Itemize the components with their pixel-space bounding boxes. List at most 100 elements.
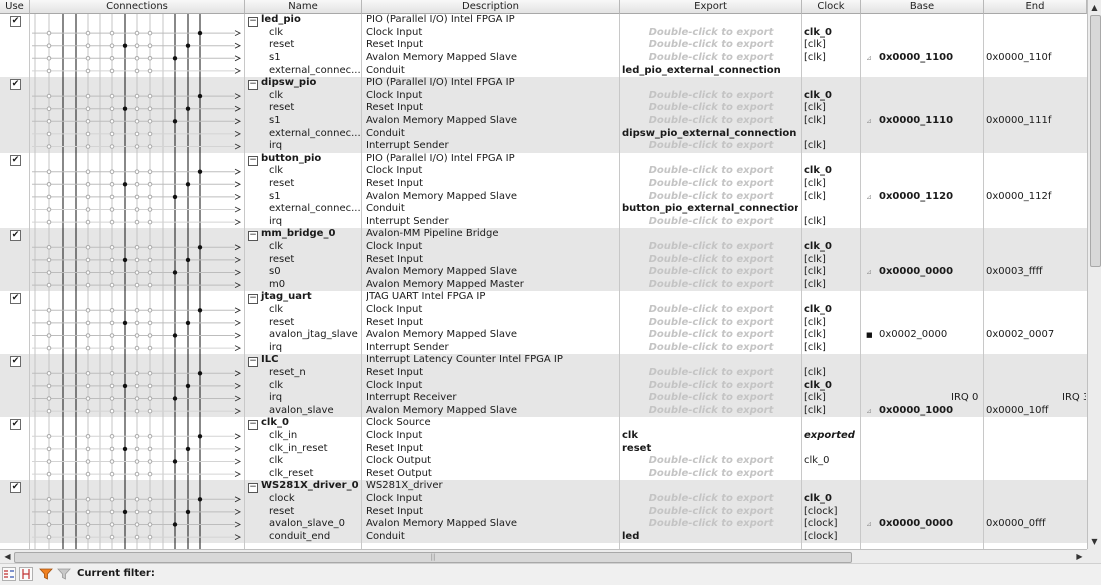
clock-value[interactable]: exported bbox=[804, 430, 857, 443]
export-placeholder[interactable]: Double-click to export bbox=[620, 216, 802, 229]
export-placeholder[interactable]: Double-click to export bbox=[620, 178, 802, 191]
component-name[interactable]: − jtag_uart bbox=[248, 291, 361, 305]
export-placeholder[interactable]: Double-click to export bbox=[620, 317, 802, 330]
export-name[interactable]: reset bbox=[622, 443, 798, 456]
filter-icon[interactable] bbox=[39, 567, 53, 581]
clock-value[interactable]: [clk] bbox=[804, 39, 857, 52]
export-placeholder[interactable]: Double-click to export bbox=[620, 493, 802, 506]
clock-value[interactable]: [clk] bbox=[804, 329, 857, 342]
pin-icon[interactable]: ⊿ bbox=[866, 405, 872, 418]
use-checkbox[interactable]: ✔ bbox=[10, 154, 21, 166]
collapse-toggle-icon[interactable]: − bbox=[248, 294, 258, 305]
clock-value[interactable]: [clk] bbox=[804, 266, 857, 279]
collapse-toggle-icon[interactable]: − bbox=[248, 483, 258, 494]
pin-icon[interactable]: ⊿ bbox=[866, 115, 872, 128]
component-name[interactable]: − dipsw_pio bbox=[248, 77, 361, 91]
component-name[interactable]: − button_pio bbox=[248, 153, 361, 166]
collapse-toggle-icon[interactable]: − bbox=[248, 155, 258, 166]
scroll-right-icon[interactable]: ▶ bbox=[1073, 550, 1086, 563]
clock-value[interactable]: [clk] bbox=[804, 254, 857, 267]
clock-value[interactable]: clk_0 bbox=[804, 241, 857, 254]
export-placeholder[interactable]: Double-click to export bbox=[620, 191, 802, 204]
export-placeholder[interactable]: Double-click to export bbox=[620, 392, 802, 405]
pin-icon[interactable]: ⊿ bbox=[866, 518, 872, 531]
scroll-up-icon[interactable]: ▲ bbox=[1088, 1, 1101, 14]
clock-value[interactable]: [clk] bbox=[804, 52, 857, 65]
clock-value[interactable]: [clk] bbox=[804, 317, 857, 330]
column-header-export[interactable]: Export bbox=[620, 0, 802, 14]
clock-value[interactable]: [clk] bbox=[804, 392, 857, 405]
use-checkbox[interactable]: ✔ bbox=[10, 79, 21, 91]
export-placeholder[interactable]: Double-click to export bbox=[620, 90, 802, 103]
collapse-toggle-icon[interactable]: − bbox=[248, 80, 258, 91]
connections-graph[interactable] bbox=[30, 0, 245, 549]
use-checkbox[interactable]: ✔ bbox=[10, 419, 21, 431]
clock-value[interactable]: [clock] bbox=[804, 518, 857, 531]
hierarchy-filter-icon[interactable] bbox=[2, 567, 16, 581]
collapse-toggle-icon[interactable]: − bbox=[248, 17, 258, 28]
base-address[interactable]: ⊿ 0x0000_1120 bbox=[866, 191, 983, 204]
component-name[interactable]: − WS281X_driver_0 bbox=[248, 480, 361, 494]
base-address[interactable]: ⊿ 0x0000_1100 bbox=[866, 52, 983, 65]
pin-icon[interactable]: ⊿ bbox=[866, 52, 872, 65]
connection-filter-icon[interactable] bbox=[19, 567, 33, 581]
use-checkbox[interactable]: ✔ bbox=[10, 482, 21, 494]
use-checkbox[interactable]: ✔ bbox=[10, 230, 21, 242]
clear-filter-icon[interactable] bbox=[57, 567, 71, 581]
pin-icon[interactable]: ⊿ bbox=[866, 191, 872, 204]
export-placeholder[interactable]: Double-click to export bbox=[620, 140, 802, 153]
base-address[interactable]: ⊿ 0x0000_1000 bbox=[866, 405, 983, 418]
component-name[interactable]: − led_pio bbox=[248, 14, 361, 28]
component-name[interactable]: − ILC bbox=[248, 354, 361, 368]
component-name[interactable]: − clk_0 bbox=[248, 417, 361, 431]
scroll-down-icon[interactable]: ▼ bbox=[1088, 535, 1101, 548]
clock-value[interactable]: [clk] bbox=[804, 140, 857, 153]
export-placeholder[interactable]: Double-click to export bbox=[620, 329, 802, 342]
clock-value[interactable]: clk_0 bbox=[804, 304, 857, 317]
clock-value[interactable]: clk_0 bbox=[804, 380, 857, 393]
vertical-scroll-thumb[interactable] bbox=[1090, 15, 1101, 267]
export-placeholder[interactable]: Double-click to export bbox=[620, 27, 802, 40]
export-placeholder[interactable]: Double-click to export bbox=[620, 304, 802, 317]
horizontal-scroll-thumb[interactable]: || bbox=[14, 552, 852, 563]
column-header-use[interactable]: Use bbox=[0, 0, 30, 14]
pin-icon[interactable]: ⊿ bbox=[866, 266, 872, 279]
base-address[interactable]: ■ 0x0002_0000 bbox=[866, 329, 983, 342]
clock-value[interactable]: [clk] bbox=[804, 191, 857, 204]
horizontal-scrollbar[interactable]: ◀ || ▶ bbox=[0, 549, 1087, 563]
clock-value[interactable]: clk_0 bbox=[804, 27, 857, 40]
export-placeholder[interactable]: Double-click to export bbox=[620, 468, 802, 481]
export-name[interactable]: led_pio_external_connection bbox=[622, 65, 798, 78]
export-name[interactable]: dipsw_pio_external_connection bbox=[622, 128, 798, 141]
clock-value[interactable]: [clk] bbox=[804, 279, 857, 292]
clock-value[interactable]: [clk] bbox=[804, 405, 857, 418]
export-name[interactable]: clk bbox=[622, 430, 798, 443]
clock-value[interactable]: [clk] bbox=[804, 216, 857, 229]
base-address[interactable]: ⊿ 0x0000_1110 bbox=[866, 115, 983, 128]
export-placeholder[interactable]: Double-click to export bbox=[620, 115, 802, 128]
export-placeholder[interactable]: Double-click to export bbox=[620, 380, 802, 393]
clock-value[interactable]: [clk] bbox=[804, 367, 857, 380]
clock-value[interactable]: [clk] bbox=[804, 115, 857, 128]
export-placeholder[interactable]: Double-click to export bbox=[620, 455, 802, 468]
use-checkbox[interactable]: ✔ bbox=[10, 16, 21, 28]
export-name[interactable]: button_pio_external_connection bbox=[622, 203, 798, 216]
export-placeholder[interactable]: Double-click to export bbox=[620, 52, 802, 65]
clock-value[interactable]: [clock] bbox=[804, 531, 857, 544]
export-placeholder[interactable]: Double-click to export bbox=[620, 279, 802, 292]
export-placeholder[interactable]: Double-click to export bbox=[620, 102, 802, 115]
clock-value[interactable]: [clk] bbox=[804, 102, 857, 115]
clock-value[interactable]: clk_0 bbox=[804, 455, 857, 468]
export-placeholder[interactable]: Double-click to export bbox=[620, 241, 802, 254]
collapse-toggle-icon[interactable]: − bbox=[248, 231, 258, 242]
base-address[interactable]: ⊿ 0x0000_0000 bbox=[866, 266, 983, 279]
export-placeholder[interactable]: Double-click to export bbox=[620, 342, 802, 355]
export-placeholder[interactable]: Double-click to export bbox=[620, 518, 802, 531]
lock-icon[interactable]: ■ bbox=[866, 329, 873, 342]
clock-value[interactable]: [clk] bbox=[804, 178, 857, 191]
base-address[interactable]: ⊿ 0x0000_0000 bbox=[866, 518, 983, 531]
column-header-end[interactable]: End bbox=[984, 0, 1087, 14]
collapse-toggle-icon[interactable]: − bbox=[248, 357, 258, 368]
export-placeholder[interactable]: Double-click to export bbox=[620, 266, 802, 279]
clock-value[interactable]: clk_0 bbox=[804, 90, 857, 103]
